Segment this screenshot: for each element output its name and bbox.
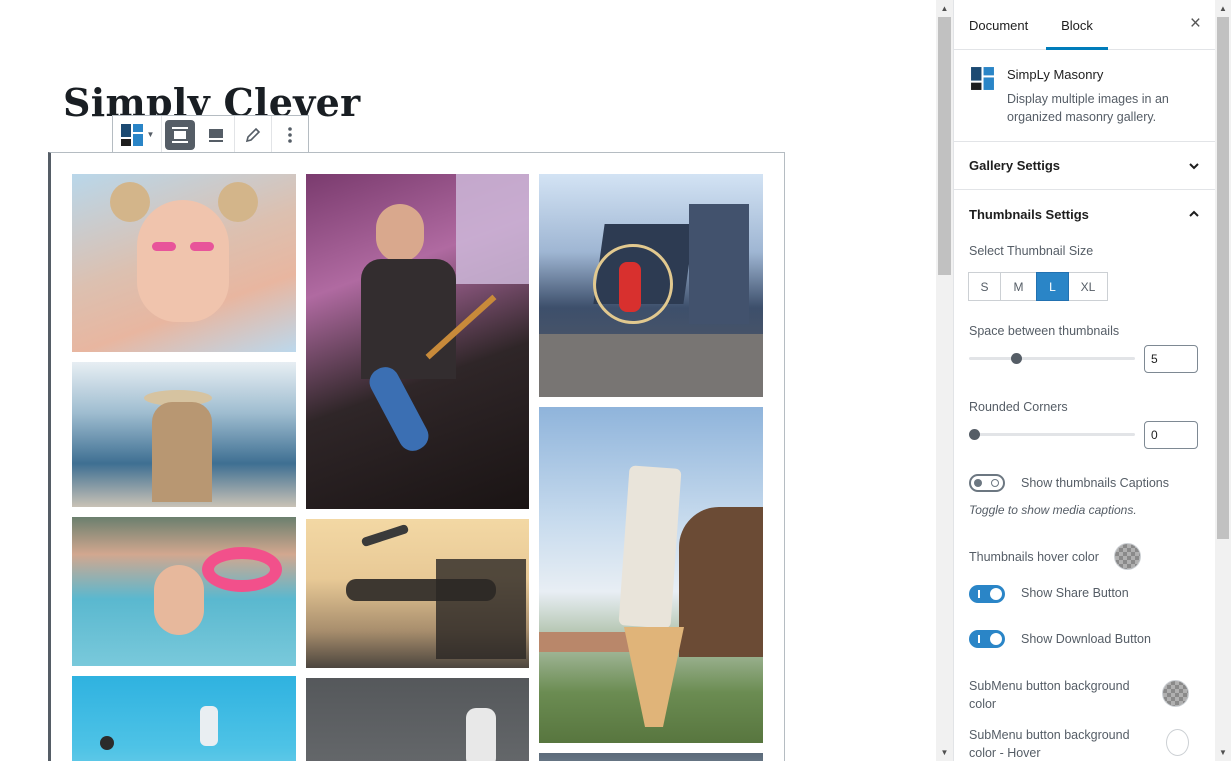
align-full-button[interactable]	[198, 117, 234, 153]
chevron-up-icon	[1189, 210, 1199, 217]
scroll-down-icon[interactable]: ▼	[1215, 744, 1231, 761]
space-slider-knob[interactable]	[1011, 353, 1022, 364]
size-button-l[interactable]: L	[1036, 272, 1069, 301]
toggle-off-indicator	[991, 479, 999, 487]
thumbnail-size-label: Select Thumbnail Size	[969, 244, 1094, 258]
sidebar-scroll-thumb[interactable]	[1217, 17, 1229, 539]
gallery-image-swimmer[interactable]	[72, 676, 296, 761]
space-input[interactable]	[1144, 345, 1198, 373]
masonry-block-icon	[971, 67, 994, 90]
caret-down-icon: ▼	[146, 130, 155, 139]
captions-toggle-label: Show thumbnails Captions	[1021, 476, 1169, 490]
toggle-dot	[990, 633, 1002, 645]
rounded-corners-slider-track	[969, 433, 1135, 436]
submenu-bg-label: SubMenu button background color	[969, 679, 1130, 711]
vertical-ellipsis-icon	[288, 126, 292, 143]
panel-gallery-settings-title: Gallery Settigs	[969, 158, 1061, 173]
toggle-on-indicator	[978, 590, 980, 598]
space-label: Space between thumbnails	[969, 324, 1120, 338]
gallery-image-bottom-partial[interactable]	[539, 753, 763, 761]
share-toggle[interactable]	[969, 585, 1005, 603]
panel-thumbnails-settings-title: Thumbnails Settigs	[969, 206, 1089, 222]
toggle-dot	[974, 479, 982, 487]
gallery-image-hula-hoop[interactable]	[539, 174, 763, 397]
size-button-xl[interactable]: XL	[1068, 272, 1108, 301]
submenu-bg-hover-swatch[interactable]	[1166, 729, 1189, 756]
gallery-image-leaning-tower[interactable]	[539, 407, 763, 743]
submenu-bg-swatch[interactable]	[1162, 680, 1189, 707]
size-button-s[interactable]: S	[968, 272, 1001, 301]
align-wide-icon	[172, 126, 188, 143]
rounded-corners-slider-knob[interactable]	[969, 429, 980, 440]
edit-button[interactable]	[235, 117, 271, 153]
scroll-up-icon[interactable]: ▲	[936, 0, 953, 17]
share-toggle-label: Show Share Button	[1021, 586, 1129, 600]
space-slider-track	[969, 357, 1135, 360]
block-toolbar: ▼	[112, 115, 309, 153]
align-full-icon	[209, 128, 223, 142]
gallery-image-street-footballer[interactable]	[306, 678, 529, 761]
captions-toggle[interactable]	[969, 474, 1005, 492]
panel-thumbnails-settings[interactable]: Thumbnails Settigs	[954, 190, 1215, 238]
size-button-m[interactable]: M	[1000, 272, 1037, 301]
gallery-image-pool-party[interactable]	[72, 517, 296, 666]
align-wide-button[interactable]	[162, 117, 198, 153]
gallery-image-airport[interactable]	[306, 519, 529, 668]
rounded-corners-label: Rounded Corners	[969, 400, 1068, 414]
editor-scrollbar[interactable]: ▲ ▼	[936, 0, 953, 761]
block-card: SimpLy Masonry Display multiple images i…	[954, 50, 1215, 142]
more-options-button[interactable]	[272, 117, 308, 153]
hover-color-swatch[interactable]	[1114, 543, 1141, 570]
scroll-up-icon[interactable]: ▲	[1215, 0, 1231, 17]
download-toggle[interactable]	[969, 630, 1005, 648]
toggle-dot	[990, 588, 1002, 600]
gallery-image-boat[interactable]	[72, 362, 296, 507]
hover-color-label: Thumbnails hover color	[969, 550, 1099, 564]
rounded-corners-slider[interactable]	[969, 427, 1135, 441]
masonry-gallery[interactable]	[48, 152, 785, 761]
gallery-image-guitarist[interactable]	[306, 174, 529, 509]
tab-block[interactable]: Block	[1046, 0, 1108, 50]
toggle-on-indicator	[978, 635, 980, 643]
pencil-icon	[245, 127, 261, 142]
thumbnail-size-group: S M L XL	[968, 272, 1108, 301]
download-toggle-label: Show Download Button	[1021, 632, 1151, 646]
submenu-bg-hover-label: SubMenu button background color - Hover	[969, 728, 1130, 760]
panel-gallery-settings[interactable]: Gallery Settigs	[954, 142, 1215, 190]
close-icon[interactable]: ×	[1190, 14, 1201, 34]
sidebar-tabs: Document Block ×	[954, 0, 1215, 50]
gallery-image-portrait[interactable]	[72, 174, 296, 352]
rounded-corners-input[interactable]	[1144, 421, 1198, 449]
block-title: SimpLy Masonry	[1007, 67, 1104, 82]
chevron-down-icon	[1189, 162, 1199, 169]
captions-help-text: Toggle to show media captions.	[969, 503, 1137, 517]
space-slider[interactable]	[969, 351, 1135, 365]
sidebar-scrollbar[interactable]: ▲ ▼	[1215, 0, 1231, 761]
scroll-down-icon[interactable]: ▼	[936, 744, 953, 761]
editor-scroll-thumb[interactable]	[938, 17, 951, 275]
masonry-block-icon	[120, 123, 143, 146]
block-description: Display multiple images in an organized …	[1007, 92, 1169, 124]
block-type-switcher-button[interactable]: ▼	[113, 117, 161, 153]
editor-canvas: Simply Clever ▼	[0, 0, 936, 761]
tab-document[interactable]: Document	[969, 0, 1028, 50]
